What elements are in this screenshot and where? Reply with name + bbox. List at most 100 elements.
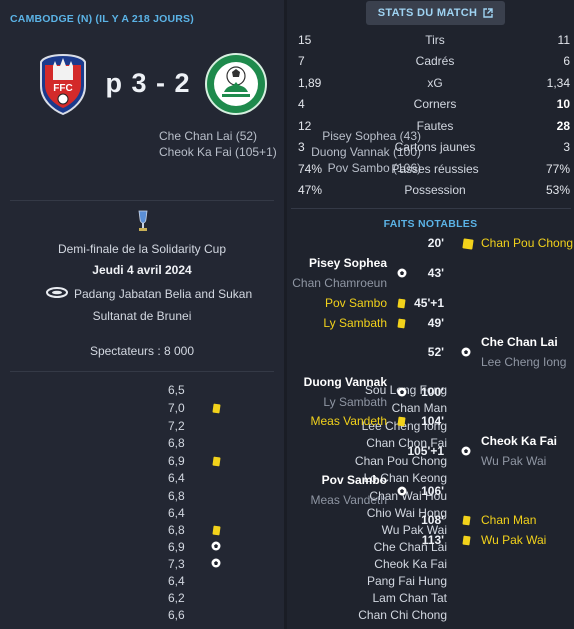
stat-label: Fautes xyxy=(416,119,454,133)
player-name[interactable]: Chan Man xyxy=(392,401,447,415)
event-assist[interactable]: Meas Vandeth xyxy=(311,493,388,507)
match-score: p 3 - 2 xyxy=(105,68,191,98)
event-player[interactable]: Pov Sambo xyxy=(325,296,387,310)
stat-away-value: 10 xyxy=(556,97,570,111)
trophy-icon xyxy=(138,210,148,231)
stat-label: Tirs xyxy=(425,33,445,47)
separator xyxy=(291,208,571,209)
macau-crest-icon[interactable] xyxy=(204,52,268,116)
stat-home-value: 74% xyxy=(298,162,323,176)
stadium-name[interactable]: Padang Jabatan Belia and Sukan xyxy=(74,287,252,301)
event-minute: 104' xyxy=(421,414,444,428)
yellow-card-icon xyxy=(212,525,221,536)
event-assist[interactable]: Ly Sambath xyxy=(323,395,387,409)
player-rating: 6,2 xyxy=(168,591,185,605)
event-minute: 52' xyxy=(427,345,444,359)
stat-label: Cartons jaunes xyxy=(394,140,476,154)
stat-home-value: 12 xyxy=(298,119,312,133)
stat-label: Corners xyxy=(413,97,457,111)
player-rating: 7,2 xyxy=(168,419,185,433)
stat-home-value: 47% xyxy=(298,183,323,197)
stat-label: Cadrés xyxy=(415,54,455,68)
competition-name[interactable]: Demi-finale de la Solidarity Cup xyxy=(0,242,284,256)
player-rating: 6,4 xyxy=(168,471,185,485)
key-events-title: FAITS NOTABLES xyxy=(383,218,478,230)
yellow-card-icon xyxy=(397,416,406,427)
event-player[interactable]: Chan Man xyxy=(481,513,536,527)
ball-icon xyxy=(461,446,471,456)
yellow-card-icon xyxy=(212,456,221,467)
match-stats-button[interactable]: STATS DU MATCH xyxy=(366,1,505,25)
event-player[interactable]: Wu Pak Wai xyxy=(481,533,546,547)
stat-home-value: 7 xyxy=(298,54,305,68)
stat-away-value: 6 xyxy=(563,54,570,68)
player-rating: 6,8 xyxy=(168,489,185,503)
ball-icon xyxy=(397,486,407,496)
event-player[interactable]: Meas Vandeth xyxy=(311,414,388,428)
stadium-country: Sultanat de Brunei xyxy=(92,309,192,323)
stat-home-value: 3 xyxy=(298,140,305,154)
ball-icon xyxy=(461,347,471,357)
player-rating: 7,3 xyxy=(168,557,185,571)
event-player[interactable]: Pov Sambo xyxy=(322,473,387,487)
stat-away-value: 77% xyxy=(545,162,570,176)
stat-away-value: 28 xyxy=(556,119,570,133)
external-link-icon xyxy=(483,8,493,18)
yellow-card-icon xyxy=(462,515,471,526)
event-player[interactable]: Ly Sambath xyxy=(323,316,387,330)
stat-label: xG xyxy=(427,76,443,90)
player-name[interactable]: Cheok Ka Fai xyxy=(374,557,447,571)
yellow-card-icon xyxy=(397,298,406,309)
player-rating: 6,9 xyxy=(168,540,185,554)
svg-text:FFC: FFC xyxy=(53,83,72,94)
away-scorer[interactable]: Cheok Ka Fai (105+1) xyxy=(159,145,277,159)
event-minute: 49' xyxy=(427,316,444,330)
event-minute: 105'+1 xyxy=(407,444,444,458)
stadium-icon xyxy=(46,287,68,298)
match-stats-label: STATS DU MATCH xyxy=(377,7,478,19)
yellow-card-icon xyxy=(462,238,474,250)
yellow-card-icon xyxy=(397,318,406,329)
player-rating: 6,4 xyxy=(168,506,185,520)
stat-away-value: 1,34 xyxy=(546,76,570,90)
player-rating: 6,4 xyxy=(168,574,185,588)
ball-icon xyxy=(211,558,221,568)
event-assist[interactable]: Wu Pak Wai xyxy=(481,454,546,468)
match-header[interactable]: CAMBODGE (N) (IL Y A 218 JOURS) xyxy=(10,13,194,25)
event-assist[interactable]: Lee Cheng Iong xyxy=(481,355,566,369)
separator xyxy=(10,200,274,201)
event-player[interactable]: Pisey Sophea xyxy=(309,256,387,270)
player-rating: 6,9 xyxy=(168,454,185,468)
player-rating: 6,6 xyxy=(168,608,185,622)
event-minute: 45'+1 xyxy=(414,296,444,310)
stat-away-value: 3 xyxy=(563,140,570,154)
player-name[interactable]: Lam Chan Tat xyxy=(373,591,448,605)
match-date: Jeudi 4 avril 2024 xyxy=(92,263,192,277)
player-rating: 7,0 xyxy=(168,401,185,415)
event-player[interactable]: Che Chan Lai xyxy=(481,335,558,349)
away-scorer[interactable]: Che Chan Lai (52) xyxy=(159,129,257,143)
stat-home-value: 1,89 xyxy=(298,76,322,90)
player-rating: 6,5 xyxy=(168,383,185,397)
event-player[interactable]: Cheok Ka Fai xyxy=(481,434,557,448)
attendance: Spectateurs : 8 000 xyxy=(89,344,195,358)
player-name[interactable]: Pang Fai Hung xyxy=(367,574,447,588)
player-rating: 6,8 xyxy=(168,436,185,450)
player-rating: 6,8 xyxy=(168,523,185,537)
event-player[interactable]: Chan Pou Chong xyxy=(481,236,573,250)
player-name[interactable]: Chan Chi Chong xyxy=(358,608,447,622)
event-assist[interactable]: Chan Chamroeun xyxy=(292,276,387,290)
event-minute: 108' xyxy=(421,513,444,527)
yellow-card-icon xyxy=(212,403,221,414)
stat-home-value: 4 xyxy=(298,97,305,111)
stat-home-value: 15 xyxy=(298,33,312,47)
ball-icon xyxy=(211,541,221,551)
event-minute: 43' xyxy=(427,266,444,280)
event-minute: 106' xyxy=(421,484,444,498)
event-player[interactable]: Duong Vannak xyxy=(304,375,387,389)
event-minute: 113' xyxy=(421,533,444,547)
stat-away-value: 53% xyxy=(545,183,570,197)
cambodia-crest-icon[interactable]: FFC xyxy=(31,52,95,116)
yellow-card-icon xyxy=(462,535,471,546)
stat-label: Possession xyxy=(404,183,466,197)
